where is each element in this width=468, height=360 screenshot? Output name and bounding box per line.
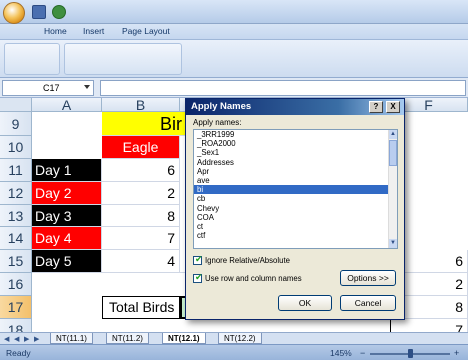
- day-label-cell[interactable]: Day 3: [32, 205, 102, 227]
- day-label-cell[interactable]: Day 5: [32, 250, 102, 273]
- row-header-12[interactable]: 12: [0, 182, 32, 205]
- zoom-in-icon[interactable]: +: [454, 348, 459, 358]
- zoom-level[interactable]: 145%: [330, 348, 352, 358]
- eagle-count-cell[interactable]: 7: [102, 227, 180, 250]
- row-header-17[interactable]: 17: [0, 296, 32, 319]
- list-item-selected[interactable]: bi: [194, 185, 397, 195]
- check-icon: ✔: [195, 272, 203, 282]
- sheet-tab[interactable]: NT(11.1): [50, 333, 93, 344]
- eagle-count-cell[interactable]: 4: [102, 250, 180, 273]
- prev-sheet-icon[interactable]: ◀: [14, 335, 21, 343]
- list-item[interactable]: _ROA2000: [194, 139, 397, 148]
- dialog-title-bar[interactable]: Apply Names ? X: [186, 99, 404, 115]
- day-label-cell[interactable]: Day 2: [32, 182, 102, 205]
- zoom-out-icon[interactable]: −: [360, 348, 365, 358]
- zoom-slider-thumb[interactable]: [408, 349, 413, 358]
- list-scrollbar[interactable]: ▲ ▼: [388, 130, 397, 248]
- use-row-column-label[interactable]: Use row and column names: [205, 274, 302, 283]
- next-sheet-icon[interactable]: ▶: [24, 335, 31, 343]
- undo-icon[interactable]: [52, 5, 66, 19]
- scroll-thumb[interactable]: [389, 140, 397, 166]
- formula-bar: C17: [0, 78, 468, 98]
- ribbon: [0, 40, 468, 78]
- select-all-corner[interactable]: [0, 98, 32, 112]
- ribbon-group-clipboard[interactable]: [4, 43, 60, 75]
- ok-button[interactable]: OK: [278, 295, 332, 311]
- header-eagle-cell[interactable]: Eagle: [102, 136, 180, 159]
- options-button[interactable]: Options >>: [340, 270, 396, 286]
- name-box[interactable]: C17: [2, 80, 94, 96]
- eagle-count-cell[interactable]: 6: [102, 159, 180, 182]
- day-label-cell[interactable]: Day 4: [32, 227, 102, 250]
- list-item[interactable]: Addresses: [194, 158, 397, 167]
- list-item[interactable]: COA: [194, 213, 397, 222]
- scroll-up-icon[interactable]: ▲: [389, 130, 397, 139]
- status-text: Ready: [6, 348, 31, 358]
- ribbon-group-font[interactable]: [64, 43, 182, 75]
- row-header-11[interactable]: 11: [0, 159, 32, 182]
- list-item[interactable]: Apr: [194, 167, 397, 176]
- row-header-18[interactable]: 18: [0, 319, 32, 332]
- chevron-down-icon[interactable]: [84, 85, 90, 89]
- check-icon: ✔: [195, 254, 203, 264]
- names-listbox[interactable]: _3RR1999 _ROA2000 _Sex1 Addresses Apr av…: [193, 129, 398, 249]
- column-header-b[interactable]: B: [102, 98, 180, 112]
- ignore-relative-checkbox[interactable]: ✔: [193, 254, 203, 265]
- row-header-14[interactable]: 14: [0, 227, 32, 250]
- office-button[interactable]: [3, 2, 25, 24]
- list-item[interactable]: _Sex1: [194, 148, 397, 157]
- use-row-column-checkbox[interactable]: ✔: [193, 272, 203, 283]
- day-label-cell[interactable]: Day 1: [32, 159, 102, 182]
- row-header-15[interactable]: 15: [0, 250, 32, 273]
- tab-insert[interactable]: Insert: [83, 26, 104, 36]
- sheet-tab-active[interactable]: NT(12.1): [162, 333, 206, 344]
- sheet-tab[interactable]: NT(12.2): [218, 333, 262, 344]
- sheet-tab-bar: ◀ ◀ ▶ ▶ NT(11.1) NT(11.2) NT(12.1) NT(12…: [0, 332, 468, 344]
- eagle-count-cell[interactable]: 8: [102, 205, 180, 227]
- list-item[interactable]: ave: [194, 176, 397, 185]
- formula-input[interactable]: [100, 80, 466, 96]
- ignore-relative-label[interactable]: Ignore Relative/Absolute: [205, 256, 290, 265]
- ribbon-tabs: Home Insert Page Layout: [0, 24, 468, 40]
- worksheet-grid[interactable]: A B C D E F 9 10 11 12 13 14 15 16 17 18…: [0, 98, 468, 332]
- list-item[interactable]: Chevy: [194, 204, 397, 213]
- total-birds-label[interactable]: Total Birds: [102, 296, 180, 319]
- sheet-tab[interactable]: NT(11.2): [106, 333, 149, 344]
- tab-page-layout[interactable]: Page Layout: [122, 26, 170, 36]
- dialog-title: Apply Names: [191, 101, 252, 112]
- cancel-button[interactable]: Cancel: [340, 295, 396, 311]
- list-item[interactable]: ctf: [194, 231, 397, 240]
- apply-names-dialog: Apply Names ? X Apply names: _3RR1999 _R…: [185, 98, 405, 320]
- list-item[interactable]: cb: [194, 194, 397, 203]
- help-button[interactable]: ?: [369, 101, 383, 113]
- list-item[interactable]: ct: [194, 222, 397, 231]
- column-header-a[interactable]: A: [32, 98, 102, 112]
- apply-names-label: Apply names:: [193, 118, 242, 127]
- row-header-10[interactable]: 10: [0, 136, 32, 159]
- first-sheet-icon[interactable]: ◀: [4, 335, 11, 343]
- status-bar: Ready 145% − +: [0, 344, 468, 360]
- title-bar: [0, 0, 468, 24]
- eagle-count-cell[interactable]: 2: [102, 182, 180, 205]
- tab-home[interactable]: Home: [44, 26, 67, 36]
- row-header-9[interactable]: 9: [0, 112, 32, 136]
- list-item[interactable]: _3RR1999: [194, 130, 397, 139]
- right-value-cell[interactable]: 7: [390, 319, 468, 332]
- row-header-13[interactable]: 13: [0, 205, 32, 227]
- last-sheet-icon[interactable]: ▶: [34, 335, 41, 343]
- close-button[interactable]: X: [386, 101, 400, 113]
- title-cell[interactable]: Bir: [102, 112, 190, 136]
- scroll-down-icon[interactable]: ▼: [389, 239, 397, 248]
- save-icon[interactable]: [32, 5, 46, 19]
- row-header-16[interactable]: 16: [0, 273, 32, 296]
